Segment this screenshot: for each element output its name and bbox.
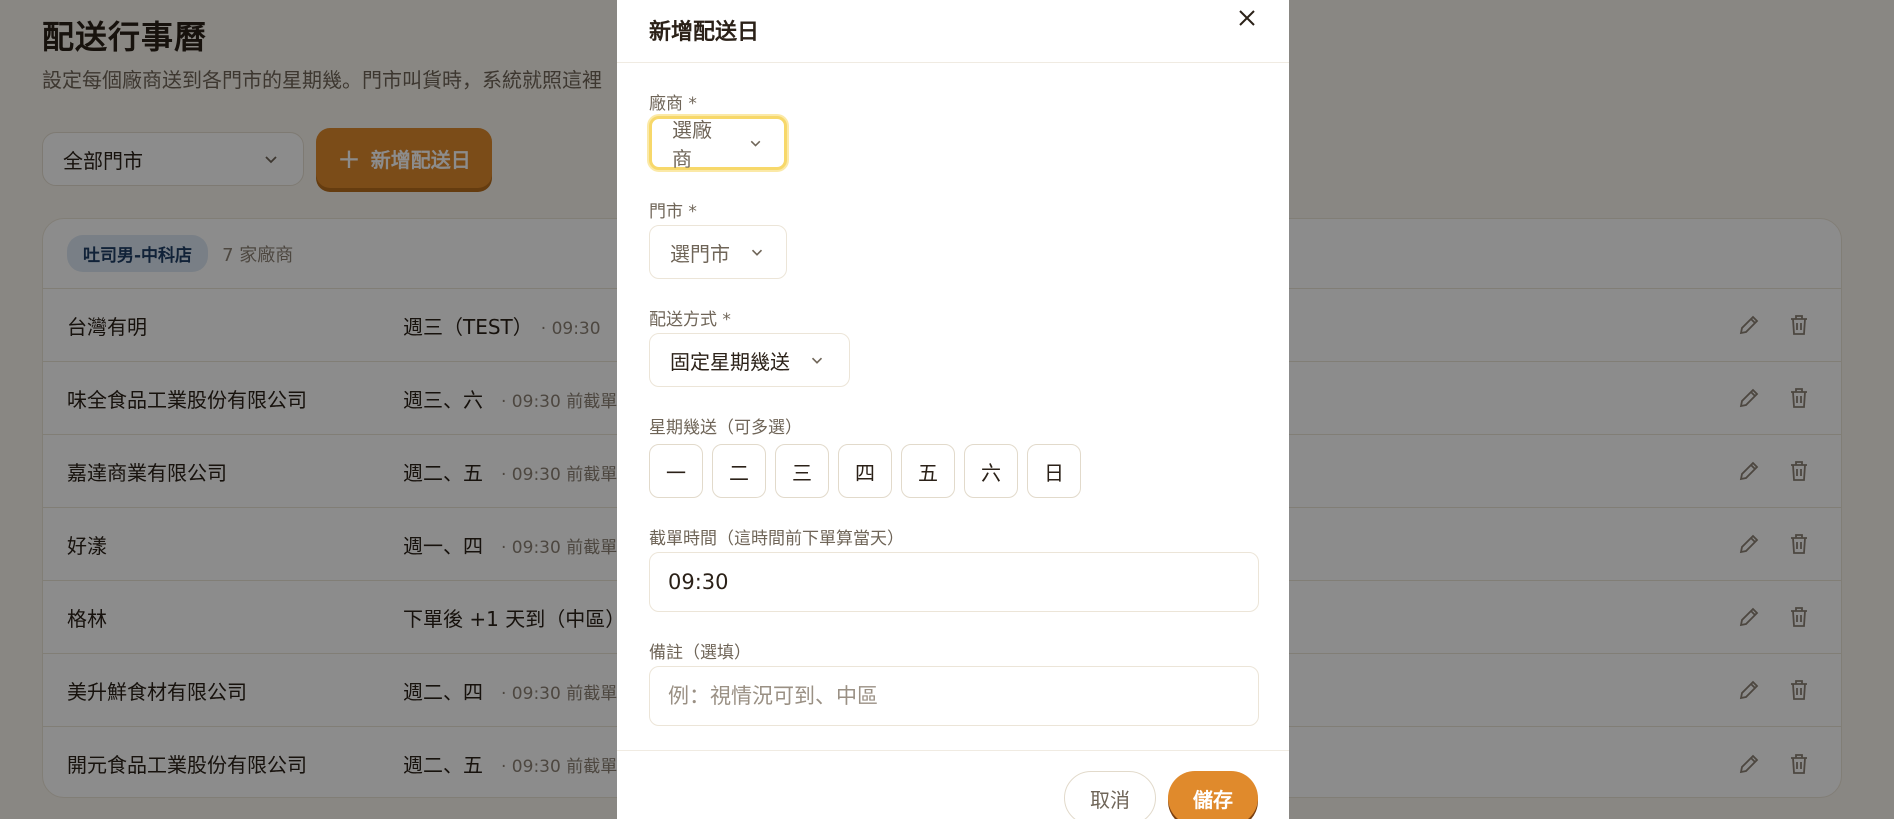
store-label: 門市 * bbox=[649, 202, 697, 222]
chevron-down-icon bbox=[811, 357, 823, 364]
note-input[interactable] bbox=[649, 666, 1259, 726]
modal-footer: 取消 儲存 bbox=[617, 750, 1289, 819]
vendor-select-value: 選廠商 bbox=[672, 118, 712, 171]
save-button[interactable]: 儲存 bbox=[1168, 771, 1258, 819]
vendor-select[interactable]: 選廠商 bbox=[649, 116, 787, 171]
close-icon[interactable] bbox=[1233, 4, 1261, 32]
weekday-button[interactable]: 二 bbox=[712, 444, 766, 498]
cutoff-label: 截單時間（這時間前下單算當天） bbox=[649, 529, 904, 549]
method-label: 配送方式 * bbox=[649, 310, 731, 330]
method-select-value: 固定星期幾送 bbox=[670, 349, 790, 374]
store-select-value: 選門市 bbox=[670, 241, 730, 266]
cutoff-time-input[interactable] bbox=[649, 552, 1259, 612]
cancel-button[interactable]: 取消 bbox=[1064, 771, 1156, 819]
weekday-button[interactable]: 六 bbox=[964, 444, 1018, 498]
modal-header: 新增配送日 bbox=[617, 0, 1289, 63]
chevron-down-icon bbox=[751, 249, 763, 256]
vendor-label: 廠商 * bbox=[649, 94, 697, 114]
delivery-method-select[interactable]: 固定星期幾送 bbox=[649, 333, 850, 387]
weekday-label: 星期幾送（可多選） bbox=[649, 418, 802, 438]
weekday-button[interactable]: 四 bbox=[838, 444, 892, 498]
weekday-button[interactable]: 一 bbox=[649, 444, 703, 498]
note-label: 備註（選填） bbox=[649, 643, 751, 663]
weekday-button[interactable]: 三 bbox=[775, 444, 829, 498]
store-select[interactable]: 選門市 bbox=[649, 225, 787, 279]
modal-title: 新增配送日 bbox=[649, 20, 760, 45]
weekday-button[interactable]: 日 bbox=[1027, 444, 1081, 498]
add-delivery-day-modal: 新增配送日 廠商 * 選廠商 門市 * 選門市 配送方式 * 固定星期幾送 星期… bbox=[617, 0, 1289, 819]
chevron-down-icon bbox=[750, 140, 761, 147]
weekday-button[interactable]: 五 bbox=[901, 444, 955, 498]
